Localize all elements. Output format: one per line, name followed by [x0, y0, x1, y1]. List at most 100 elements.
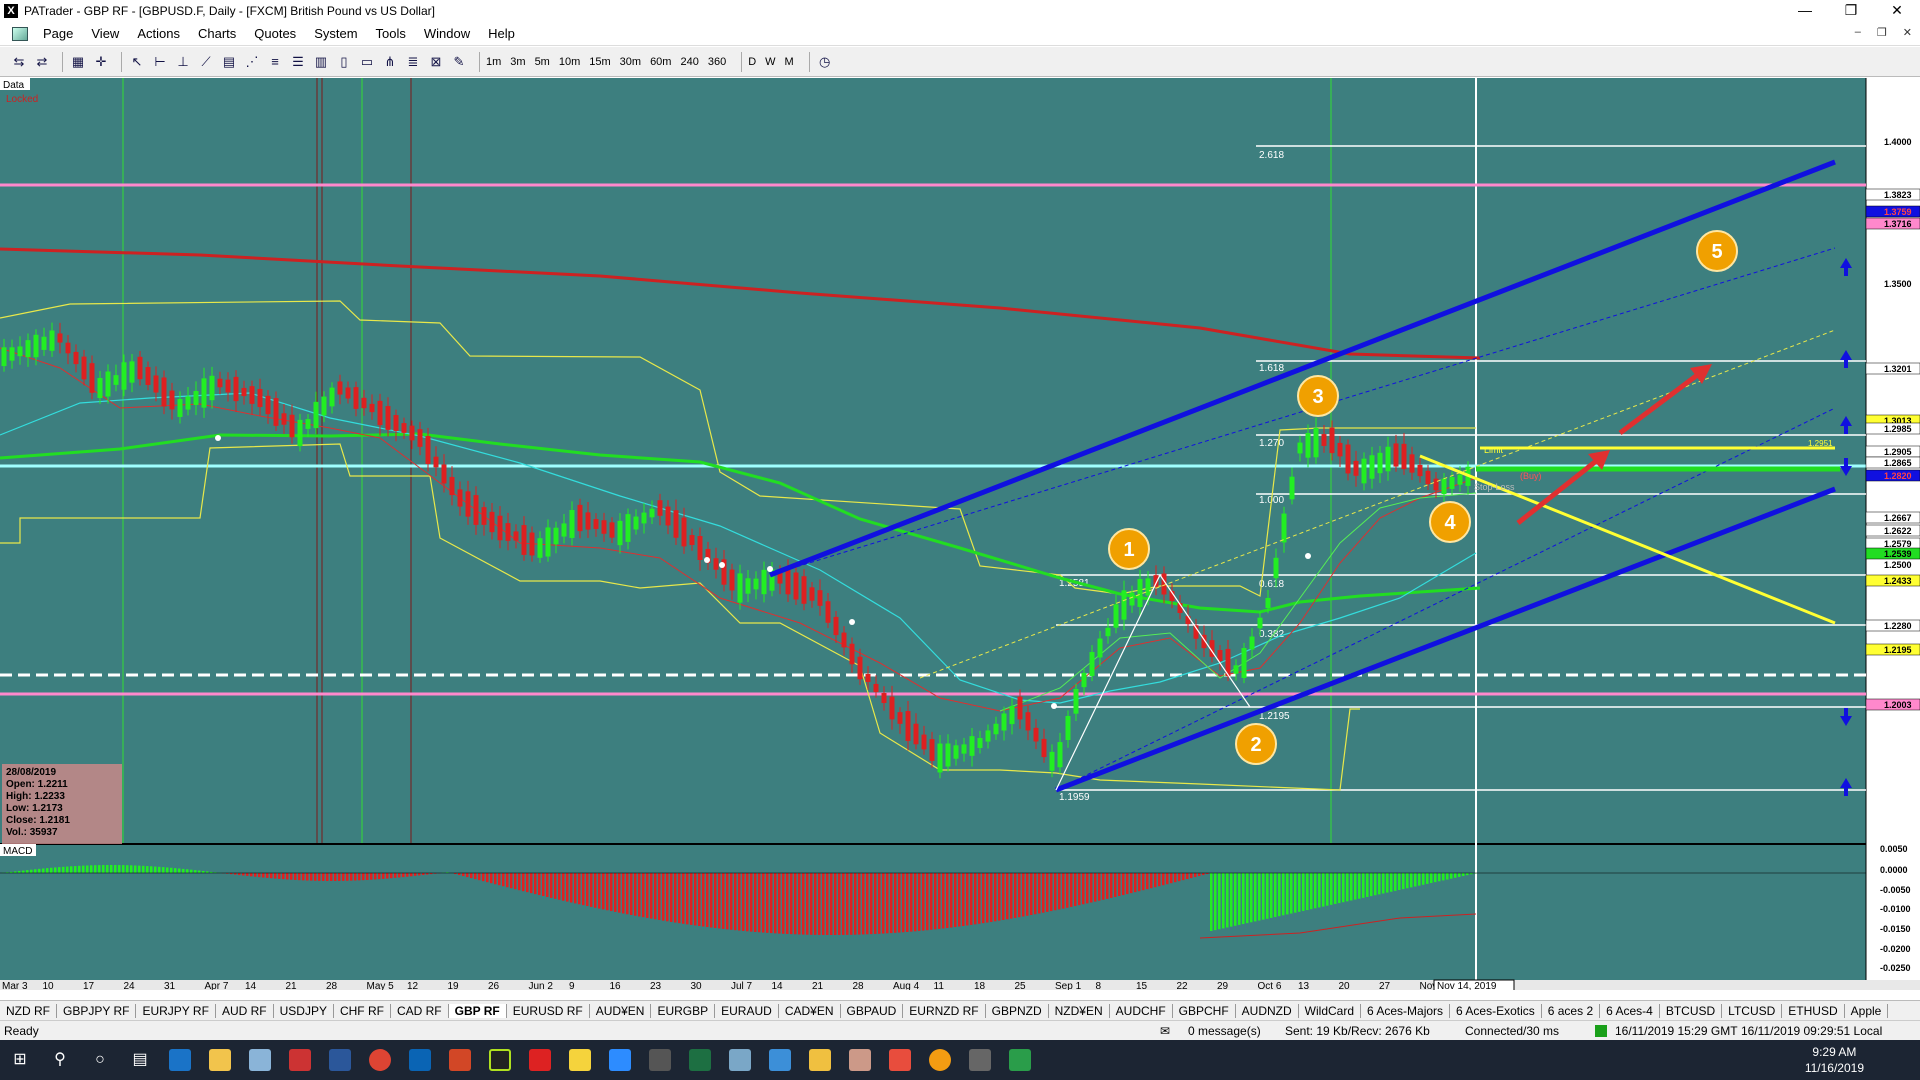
app-icon[interactable]	[969, 1049, 991, 1071]
clock-icon[interactable]: ◷	[816, 53, 834, 71]
menu-charts[interactable]: Charts	[189, 26, 245, 41]
menu-help[interactable]: Help	[479, 26, 524, 41]
zoom-icon[interactable]	[609, 1049, 631, 1071]
app-icon[interactable]	[849, 1049, 871, 1071]
timeframe-240[interactable]: 240	[680, 56, 698, 68]
fib-retracement-icon[interactable]: ≡	[266, 53, 284, 71]
chart-tab[interactable]: EURUSD RF	[507, 1003, 590, 1018]
search-icon[interactable]: ⚲	[40, 1040, 80, 1080]
chart-tab[interactable]: 6 Aces-Majors	[1361, 1003, 1451, 1018]
mdi-minimize-button[interactable]: –	[1855, 26, 1861, 39]
chart-tab[interactable]: AUDNZD	[1236, 1003, 1299, 1018]
timeframe-weekly[interactable]: W	[765, 56, 775, 68]
outlook-icon[interactable]	[409, 1049, 431, 1071]
timeframe-60m[interactable]: 60m	[650, 56, 671, 68]
delete-drawing-icon[interactable]: ⊠	[427, 53, 445, 71]
app-icon[interactable]	[249, 1049, 271, 1071]
pitchfork-icon[interactable]: ⋔	[381, 53, 399, 71]
chart-tab[interactable]: ETHUSD	[1782, 1003, 1845, 1018]
link-icon[interactable]: ⇄	[33, 53, 51, 71]
cortana-icon[interactable]: ○	[80, 1040, 120, 1080]
mail-icon[interactable]: ✉	[1160, 1024, 1170, 1038]
menu-actions[interactable]: Actions	[128, 26, 189, 41]
menu-quotes[interactable]: Quotes	[245, 26, 305, 41]
edge-icon[interactable]	[169, 1049, 191, 1071]
app-icon[interactable]	[1009, 1049, 1031, 1071]
channel-icon[interactable]: ▤	[220, 53, 238, 71]
close-button[interactable]: ✕	[1874, 0, 1920, 22]
chart-tab[interactable]: WildCard	[1299, 1003, 1362, 1018]
app-icon[interactable]	[889, 1049, 911, 1071]
crosshair-sync-icon[interactable]: ⇆	[10, 53, 28, 71]
app-icon[interactable]	[929, 1049, 951, 1071]
chart-tab[interactable]: USDJPY	[274, 1003, 334, 1018]
timeframe-5m[interactable]: 5m	[535, 56, 550, 68]
timeframe-10m[interactable]: 10m	[559, 56, 580, 68]
hline-icon[interactable]: ⊢	[151, 53, 169, 71]
app-icon[interactable]	[529, 1049, 551, 1071]
fib-levels-icon[interactable]: ☰	[289, 53, 307, 71]
text-icon[interactable]: ≣	[404, 53, 422, 71]
trendline-icon[interactable]: ⟋	[197, 53, 215, 71]
menu-page[interactable]: Page	[34, 26, 82, 41]
chart-icon[interactable]: ▦	[69, 53, 87, 71]
timeframe-1m[interactable]: 1m	[486, 56, 501, 68]
chart-tab[interactable]: EURJPY RF	[136, 1003, 216, 1018]
chart-tab[interactable]: GBP RF	[448, 1003, 507, 1018]
chart-tab[interactable]: LTCUSD	[1722, 1003, 1783, 1018]
mdi-close-button[interactable]: ✕	[1903, 26, 1912, 39]
menu-view[interactable]: View	[82, 26, 128, 41]
chart-tab[interactable]: GBPCHF	[1173, 1003, 1236, 1018]
app-icon[interactable]	[489, 1049, 511, 1071]
timeframe-15m[interactable]: 15m	[589, 56, 610, 68]
mdi-restore-button[interactable]: ❐	[1877, 26, 1887, 39]
app-icon[interactable]	[729, 1049, 751, 1071]
chart-tab[interactable]: 6 Aces-Exotics	[1450, 1003, 1542, 1018]
pointer-icon[interactable]: ↖	[128, 53, 146, 71]
app-icon[interactable]	[569, 1049, 591, 1071]
timeframe-daily[interactable]: D	[748, 56, 756, 68]
timeframe-monthly[interactable]: M	[785, 56, 794, 68]
word-icon[interactable]	[329, 1049, 351, 1071]
chart-tab[interactable]: EURNZD RF	[903, 1003, 986, 1018]
chart-tab[interactable]: CHF RF	[334, 1003, 391, 1018]
chart-menu-icon[interactable]	[12, 26, 28, 41]
app-icon[interactable]	[769, 1049, 791, 1071]
timeframe-30m[interactable]: 30m	[620, 56, 641, 68]
crosshair-icon[interactable]: ✛	[92, 53, 110, 71]
chart-tab[interactable]: GBPNZD	[986, 1003, 1049, 1018]
chrome-icon[interactable]	[369, 1049, 391, 1071]
maximize-button[interactable]: ❐	[1828, 0, 1874, 22]
chart-tab[interactable]: AUD¥EN	[590, 1003, 652, 1018]
price-chart[interactable]: 2.618 1.618 1.270 1.000 0.618 0.382 1.25…	[0, 78, 1920, 992]
timeframe-360[interactable]: 360	[708, 56, 726, 68]
chart-tab[interactable]: BTCUSD	[1660, 1003, 1723, 1018]
draw-pen-icon[interactable]: ✎	[450, 53, 468, 71]
menu-tools[interactable]: Tools	[367, 26, 415, 41]
chart-tab[interactable]: GBPAUD	[841, 1003, 904, 1018]
timeframe-3m[interactable]: 3m	[510, 56, 525, 68]
fib-fan-icon[interactable]: ⋰	[243, 53, 261, 71]
powerpoint-icon[interactable]	[449, 1049, 471, 1071]
chart-tab[interactable]: 6 Aces-4	[1600, 1003, 1660, 1018]
menu-system[interactable]: System	[305, 26, 366, 41]
patrader-icon[interactable]	[289, 1049, 311, 1071]
chart-tab[interactable]: 6 aces 2	[1542, 1003, 1601, 1018]
chart-tab[interactable]: CAD¥EN	[779, 1003, 841, 1018]
taskbar-clock[interactable]: 9:29 AM 11/16/2019	[1805, 1044, 1864, 1076]
vline-icon[interactable]: ⊥	[174, 53, 192, 71]
gann-icon[interactable]: ▥	[312, 53, 330, 71]
cycle-lines-icon[interactable]: ▯	[335, 53, 353, 71]
chart-area[interactable]: 2.618 1.618 1.270 1.000 0.618 0.382 1.25…	[0, 78, 1920, 992]
chart-tab[interactable]: EURAUD	[715, 1003, 779, 1018]
rectangle-icon[interactable]: ▭	[358, 53, 376, 71]
minimize-button[interactable]: —	[1782, 0, 1828, 22]
windows-start-icon[interactable]: ⊞	[0, 1040, 40, 1080]
task-view-icon[interactable]: ▤	[120, 1040, 160, 1080]
chart-tab[interactable]: AUDCHF	[1110, 1003, 1173, 1018]
chart-tab[interactable]: NZD RF	[0, 1003, 57, 1018]
excel-icon[interactable]	[689, 1049, 711, 1071]
chart-tab[interactable]: AUD RF	[216, 1003, 274, 1018]
file-explorer-icon[interactable]	[209, 1049, 231, 1071]
chart-tab[interactable]: CAD RF	[391, 1003, 449, 1018]
